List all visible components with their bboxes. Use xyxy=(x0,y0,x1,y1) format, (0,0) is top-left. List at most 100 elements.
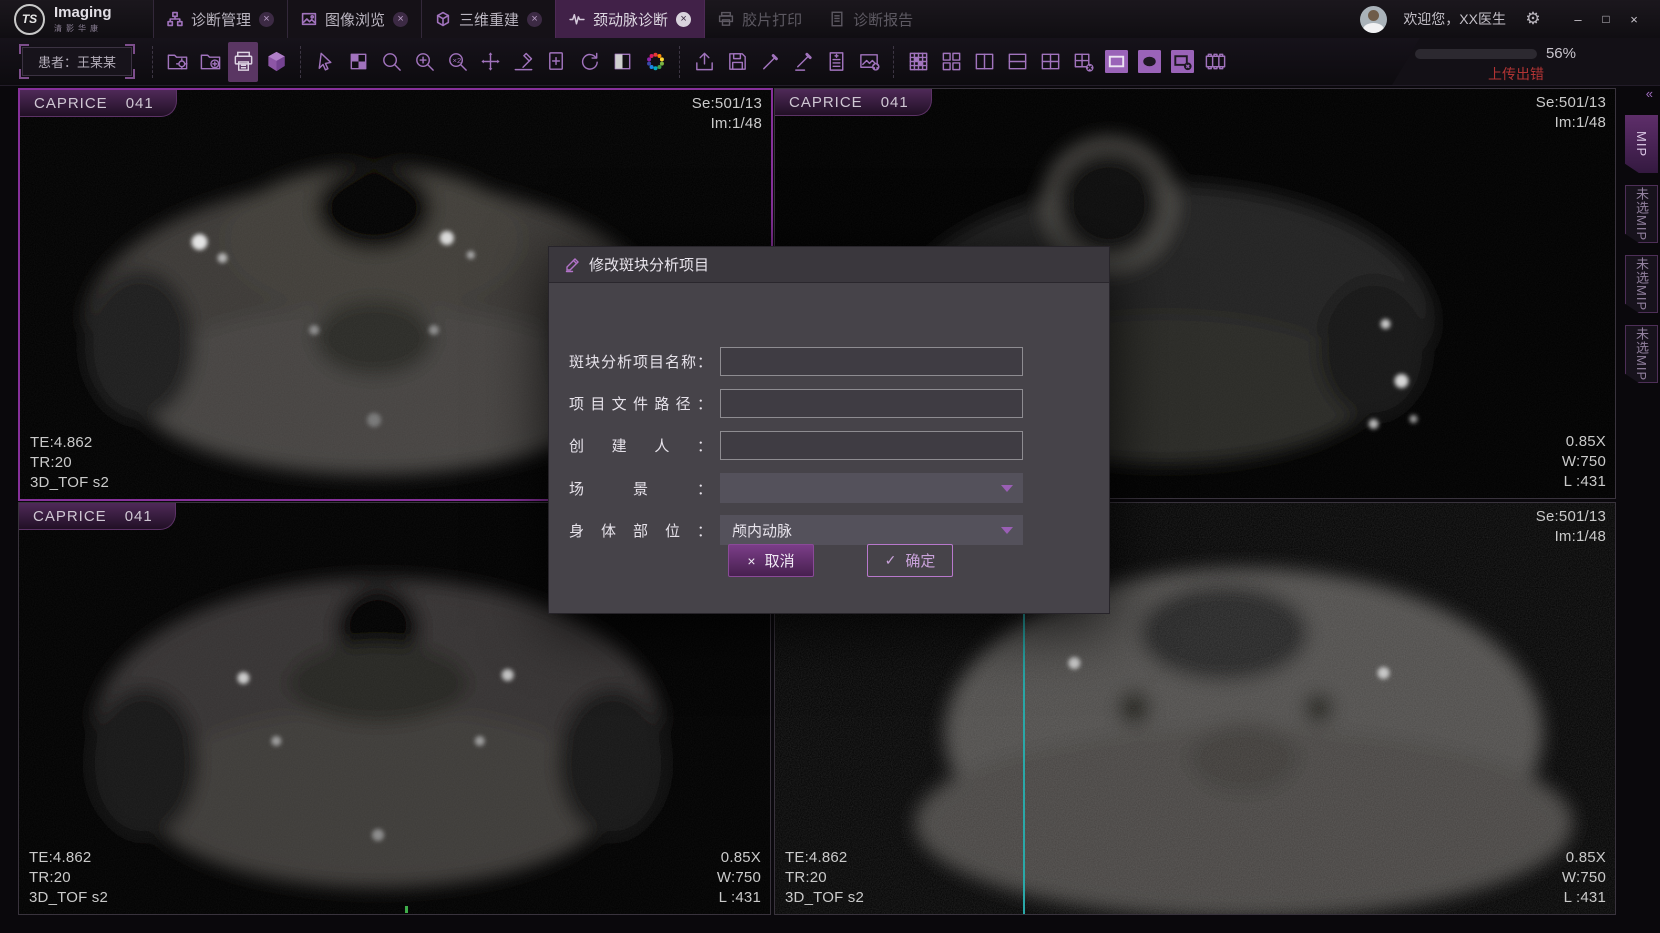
search-icon xyxy=(380,50,403,73)
series-info-overlay: Se:501/13 Im:1/48 xyxy=(1536,507,1606,547)
acquisition-overlay: TE:4.862 TR:20 3D_TOF s2 xyxy=(30,433,109,493)
creator-input[interactable] xyxy=(720,431,1023,460)
pan-button[interactable] xyxy=(475,42,505,82)
upload-error-text[interactable]: 上传出错 xyxy=(1488,64,1544,84)
image-icon xyxy=(301,11,317,27)
series-tab[interactable]: CAPRICE 041 xyxy=(775,89,932,116)
sequence-name: 3D_TOF s2 xyxy=(785,888,864,908)
probe-line-button[interactable] xyxy=(755,42,785,82)
confirm-label: 确定 xyxy=(905,550,935,571)
search-button[interactable] xyxy=(376,42,406,82)
project-name-input[interactable] xyxy=(720,347,1023,376)
welcome-text: 欢迎您，XX医生 xyxy=(1403,9,1506,29)
contrast-button[interactable] xyxy=(343,42,373,82)
invert-button[interactable] xyxy=(607,42,637,82)
upload-button[interactable] xyxy=(689,42,719,82)
tab-3d-reconstruction[interactable]: 三维重建 × xyxy=(421,0,556,38)
patient-chip[interactable]: 患者：王某某 xyxy=(22,47,132,76)
tab-close-icon[interactable]: × xyxy=(676,12,691,27)
report-new-button[interactable] xyxy=(821,42,851,82)
split-horizontal-icon xyxy=(1006,50,1029,73)
tab-label: 颈动脉诊断 xyxy=(593,9,668,30)
probe-line-baseline-button[interactable] xyxy=(788,42,818,82)
grid-dense-icon xyxy=(907,50,930,73)
series-tab[interactable]: CAPRICE 041 xyxy=(19,503,176,530)
body-part-select[interactable]: 颅内动脉 xyxy=(720,515,1023,545)
confirm-button[interactable]: ✓ 确定 xyxy=(867,544,953,577)
image-index: Im:1/48 xyxy=(692,114,762,134)
sequence-name: 3D_TOF s2 xyxy=(30,473,109,493)
rectangle-remove-icon xyxy=(1171,50,1194,73)
minimize-icon[interactable]: – xyxy=(1566,12,1590,27)
layout-grid-2x2-button[interactable] xyxy=(1035,42,1065,82)
user-avatar[interactable] xyxy=(1360,6,1387,33)
grid-2x2-icon xyxy=(1039,50,1062,73)
series-number: 041 xyxy=(125,508,153,525)
series-tab[interactable]: CAPRICE 041 xyxy=(20,90,177,117)
layout-quad-button[interactable] xyxy=(936,42,966,82)
window-level-overlay: 0.85X W:750 L :431 xyxy=(717,848,761,908)
corner-bracket xyxy=(125,69,135,79)
four-squares-icon xyxy=(940,50,963,73)
tab-close-icon[interactable]: × xyxy=(259,12,274,27)
measure-button[interactable] xyxy=(508,42,538,82)
tab-close-icon[interactable]: × xyxy=(527,12,542,27)
image-index: Im:1/48 xyxy=(1536,527,1606,547)
volume-3d-button[interactable] xyxy=(261,42,291,82)
dialog-title-bar[interactable]: 修改斑块分析项目 xyxy=(549,247,1109,283)
cursor-button[interactable] xyxy=(310,42,340,82)
film-strip-button[interactable] xyxy=(1200,42,1230,82)
side-tab-mip[interactable]: MIP xyxy=(1625,115,1658,173)
color-palette-button[interactable] xyxy=(640,42,670,82)
rotate-reset-button[interactable] xyxy=(574,42,604,82)
project-path-input[interactable] xyxy=(720,389,1023,418)
shape-ellipse-button[interactable] xyxy=(1134,42,1164,82)
shape-rectangle-remove-button[interactable] xyxy=(1167,42,1197,82)
window-width: W:750 xyxy=(1562,868,1606,888)
tab-carotid-diagnosis[interactable]: 颈动脉诊断 × xyxy=(555,0,705,38)
printer-icon xyxy=(232,50,255,73)
print-button[interactable] xyxy=(228,42,258,82)
image-upload-button[interactable] xyxy=(854,42,884,82)
zoom-in-button[interactable] xyxy=(409,42,439,82)
side-tab-mip-unselected-1[interactable]: 未选MIP xyxy=(1625,185,1658,243)
shape-rectangle-button[interactable] xyxy=(1101,42,1131,82)
tab-diagnosis-management[interactable]: 诊断管理 × xyxy=(153,0,288,38)
layout-grid-close-button[interactable] xyxy=(1068,42,1098,82)
window-level: L :431 xyxy=(717,888,761,908)
open-study-add-button[interactable] xyxy=(195,42,225,82)
annotation-add-button[interactable] xyxy=(541,42,571,82)
series-index: Se:501/13 xyxy=(1536,93,1606,113)
series-info-overlay: Se:501/13 Im:1/48 xyxy=(692,94,762,134)
field-label: 项目文件路径： xyxy=(569,393,712,414)
contrast-square-icon xyxy=(347,50,370,73)
upload-progress: 56% xyxy=(1415,45,1576,62)
close-icon[interactable]: × xyxy=(1622,12,1646,27)
zoom-in-icon xyxy=(413,50,436,73)
layout-split-horizontal-button[interactable] xyxy=(1002,42,1032,82)
side-tab-mip-unselected-3[interactable]: 未选MIP xyxy=(1625,325,1658,383)
page-plus-icon xyxy=(545,50,568,73)
invert-half-icon xyxy=(611,50,634,73)
maximize-icon[interactable]: □ xyxy=(1594,12,1618,26)
dialog-title: 修改斑块分析项目 xyxy=(589,254,709,275)
zoom-x2-button[interactable]: ×2 xyxy=(442,42,472,82)
collapse-chevron-icon[interactable]: « xyxy=(1620,86,1660,103)
side-tab-label: MIP xyxy=(1634,131,1649,157)
corner-bracket xyxy=(19,44,29,54)
chevron-down-icon xyxy=(1001,485,1013,492)
side-tab-mip-unselected-2[interactable]: 未选MIP xyxy=(1625,255,1658,313)
tab-close-icon[interactable]: × xyxy=(393,12,408,27)
settings-gear-icon[interactable]: ⚙ xyxy=(1522,9,1544,29)
hierarchy-icon xyxy=(167,11,183,27)
grid-dense-button[interactable] xyxy=(903,42,933,82)
cancel-button[interactable]: × 取消 xyxy=(728,544,814,577)
save-button[interactable] xyxy=(722,42,752,82)
tab-image-browse[interactable]: 图像浏览 × xyxy=(287,0,422,38)
film-strip-icon xyxy=(1204,50,1227,73)
tab-label: 三维重建 xyxy=(459,9,519,30)
layout-split-vertical-button[interactable] xyxy=(969,42,999,82)
side-tab-label: 未选MIP xyxy=(1632,327,1651,381)
scene-select[interactable] xyxy=(720,473,1023,503)
open-study-settings-button[interactable] xyxy=(162,42,192,82)
